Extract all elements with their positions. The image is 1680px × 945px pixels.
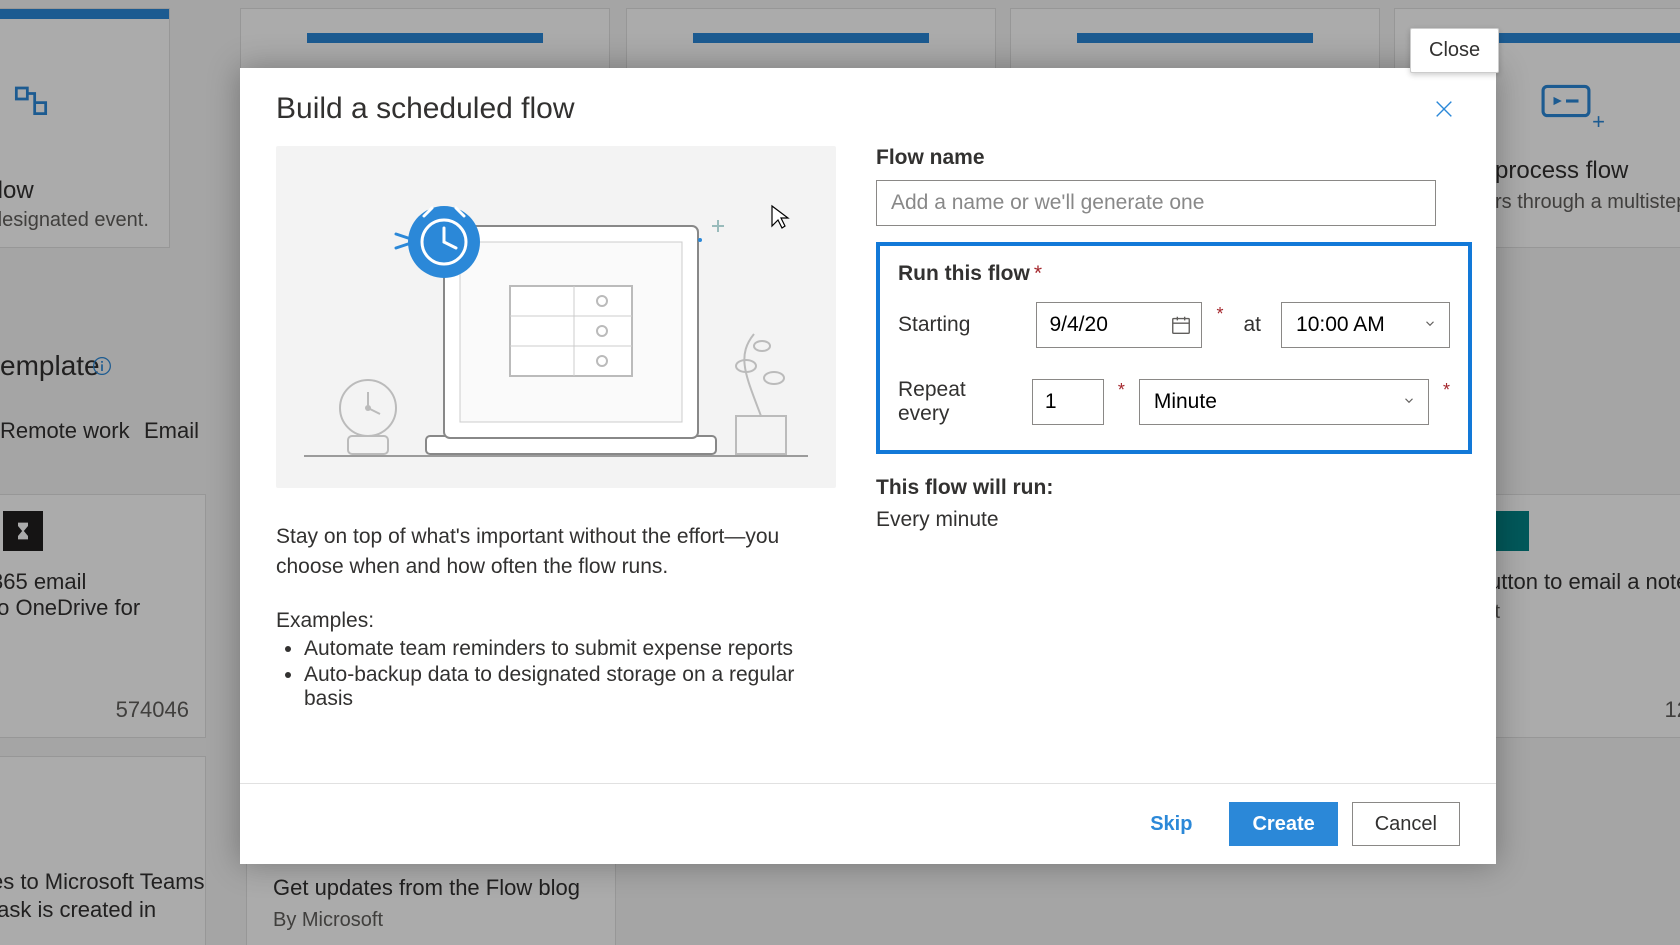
summary-text: Every minute — [876, 508, 1472, 532]
chevron-down-icon — [1423, 317, 1437, 334]
close-button[interactable] — [1428, 93, 1460, 125]
starting-label: Starting — [898, 313, 1022, 337]
repeat-value-input[interactable] — [1032, 379, 1104, 425]
close-tooltip: Close — [1410, 28, 1499, 73]
at-label: at — [1244, 313, 1262, 337]
chevron-down-icon — [1402, 394, 1416, 411]
required-asterisk: * — [1118, 380, 1125, 401]
modal-left-pane: Stay on top of what's important without … — [276, 146, 836, 783]
repeat-unit-value: Minute — [1154, 390, 1217, 414]
run-section-label-text: Run this flow — [898, 262, 1030, 285]
example-item: Automate team reminders to submit expens… — [304, 637, 808, 661]
required-asterisk: * — [1034, 262, 1042, 285]
required-asterisk: * — [1216, 304, 1223, 325]
calendar-icon[interactable] — [1170, 314, 1192, 336]
cursor-icon — [770, 204, 790, 236]
cancel-button[interactable]: Cancel — [1352, 802, 1460, 846]
flow-name-label: Flow name — [876, 146, 1472, 170]
modal-body: Stay on top of what's important without … — [240, 140, 1496, 783]
illustration — [276, 146, 836, 488]
summary-title: This flow will run: — [876, 476, 1472, 500]
modal-description: Stay on top of what's important without … — [276, 522, 808, 583]
repeat-unit-select[interactable]: Minute — [1139, 379, 1429, 425]
examples-heading: Examples: — [276, 609, 808, 633]
modal-right-pane: Flow name Run this flow* Starting * at — [848, 146, 1472, 783]
close-tooltip-text: Close — [1429, 39, 1480, 61]
modal-footer: Skip Create Cancel — [240, 783, 1496, 864]
modal-title: Build a scheduled flow — [276, 92, 575, 126]
examples-list: Automate team reminders to submit expens… — [276, 637, 808, 711]
example-item: Auto-backup data to designated storage o… — [304, 663, 808, 711]
run-this-flow-section: Run this flow* Starting * at 10:00 AM — [876, 242, 1472, 454]
modal-header: Build a scheduled flow — [240, 68, 1496, 140]
close-icon — [1433, 98, 1455, 120]
repeat-row: Repeat every * Minute * — [898, 378, 1450, 426]
starting-time-value: 10:00 AM — [1296, 313, 1385, 337]
create-button[interactable]: Create — [1229, 802, 1337, 846]
repeat-label: Repeat every — [898, 378, 1018, 426]
required-asterisk: * — [1443, 380, 1450, 401]
run-section-label: Run this flow* — [898, 262, 1450, 286]
scheduled-flow-modal: Build a scheduled flow — [240, 68, 1496, 864]
starting-row: Starting * at 10:00 AM — [898, 302, 1450, 348]
flow-name-input[interactable] — [876, 180, 1436, 226]
skip-button[interactable]: Skip — [1127, 802, 1215, 846]
starting-time-select[interactable]: 10:00 AM — [1281, 302, 1450, 348]
